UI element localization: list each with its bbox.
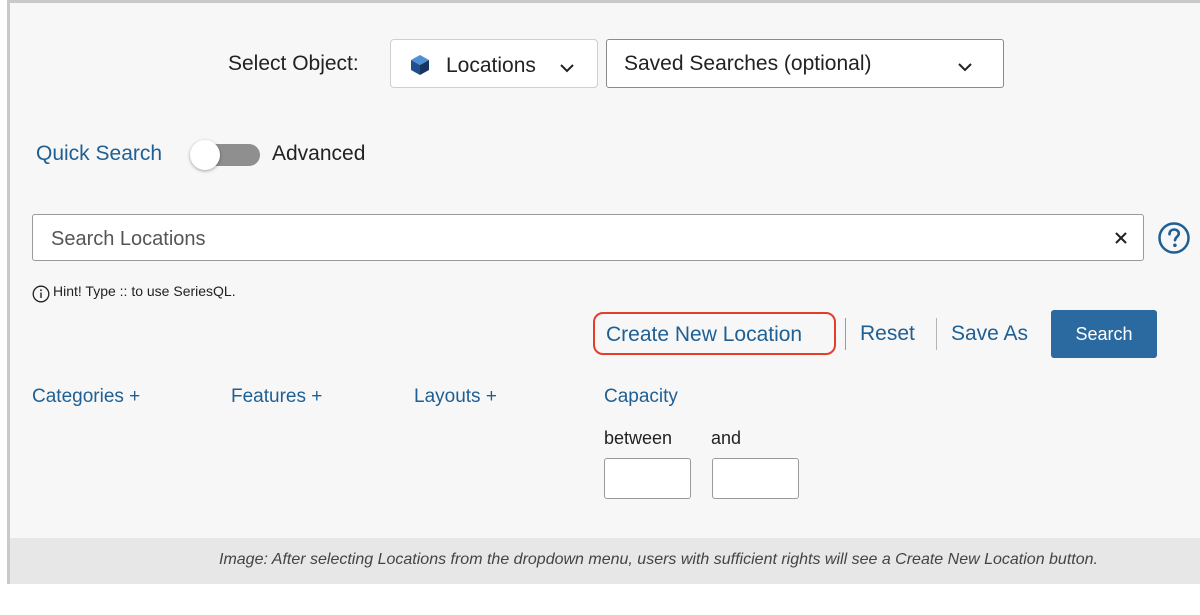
close-icon[interactable] — [1113, 230, 1129, 251]
search-field[interactable] — [32, 214, 1144, 261]
select-object-label: Select Object: — [228, 52, 359, 75]
create-new-location-button[interactable]: Create New Location — [593, 312, 836, 355]
saved-searches-value: Saved Searches (optional) — [624, 52, 872, 75]
search-input[interactable] — [49, 225, 1093, 253]
features-facet[interactable]: Features + — [231, 386, 322, 408]
divider — [845, 318, 846, 350]
divider — [936, 318, 937, 350]
quick-search-label[interactable]: Quick Search — [36, 142, 162, 166]
hint-text: Hint! Type :: to use SeriesQL. — [53, 283, 236, 299]
layouts-facet[interactable]: Layouts + — [414, 386, 497, 408]
info-icon — [32, 285, 50, 306]
caption-text: Image: After selecting Locations from th… — [219, 551, 1098, 568]
cube-icon — [410, 54, 430, 81]
create-new-location-label: Create New Location — [606, 323, 803, 346]
capacity-min-input[interactable] — [604, 458, 691, 499]
chevron-down-icon — [957, 59, 973, 77]
between-label: between — [604, 428, 673, 448]
advanced-label[interactable]: Advanced — [272, 142, 365, 166]
toggle-knob — [190, 140, 220, 170]
help-circle-icon[interactable] — [1157, 221, 1191, 260]
capacity-max-input[interactable] — [712, 458, 799, 499]
image-caption: Image: After selecting Locations from th… — [10, 538, 1200, 584]
and-label: and — [711, 428, 742, 448]
search-mode-toggle[interactable] — [190, 140, 262, 170]
seriesql-hint: Hint! Type :: to use SeriesQL. — [32, 283, 236, 304]
reset-link[interactable]: Reset — [860, 322, 915, 346]
object-select-value: Locations — [446, 54, 536, 77]
categories-facet[interactable]: Categories + — [32, 386, 140, 408]
save-as-link[interactable]: Save As — [951, 322, 1028, 346]
object-select[interactable]: Locations — [390, 39, 598, 88]
search-button[interactable]: Search — [1051, 310, 1157, 358]
saved-searches-select[interactable]: Saved Searches (optional) — [606, 39, 1004, 88]
chevron-down-icon — [559, 60, 575, 78]
capacity-label: Capacity — [604, 386, 678, 407]
